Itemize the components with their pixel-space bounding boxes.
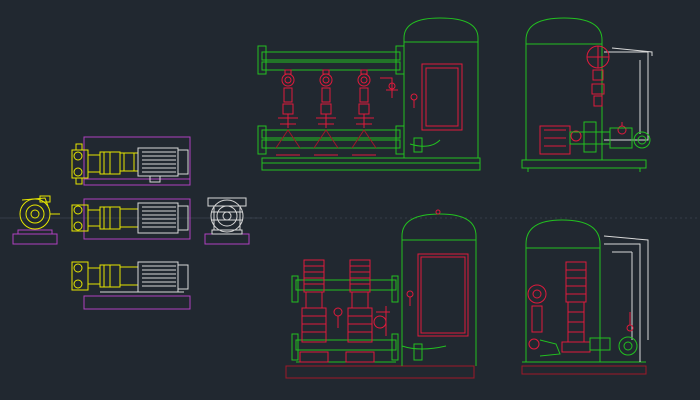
booster-set-front-b bbox=[285, 209, 477, 379]
side-vertical-pump bbox=[527, 261, 634, 353]
pump-casing-coupling bbox=[71, 261, 139, 291]
pump-casing-coupling bbox=[71, 143, 139, 185]
cad-drawing-canvas bbox=[0, 0, 700, 400]
pump-column-3 bbox=[351, 69, 398, 156]
vertical-pump-1 bbox=[299, 259, 329, 363]
pump-plan-top bbox=[71, 136, 191, 186]
pump-column-2 bbox=[313, 69, 339, 156]
baseplate-outline bbox=[83, 295, 191, 310]
pump-column-1 bbox=[275, 69, 301, 156]
pump-end-view-right bbox=[204, 197, 250, 245]
side-pump-assembly bbox=[539, 45, 627, 155]
vertical-pump-2 bbox=[333, 259, 390, 363]
pressure-tank-a bbox=[403, 17, 479, 158]
control-cabinet bbox=[604, 47, 653, 141]
pump-end-view-left bbox=[12, 195, 60, 245]
pump-plan-bottom bbox=[71, 261, 191, 310]
pump-plan-middle bbox=[71, 198, 191, 240]
booster-set-side-b bbox=[521, 219, 649, 375]
booster-set-front-a bbox=[257, 17, 481, 171]
motor-body bbox=[137, 147, 189, 183]
pressure-tank-b bbox=[401, 209, 477, 366]
headers-b bbox=[291, 275, 399, 363]
booster-set-side-a bbox=[521, 17, 653, 172]
